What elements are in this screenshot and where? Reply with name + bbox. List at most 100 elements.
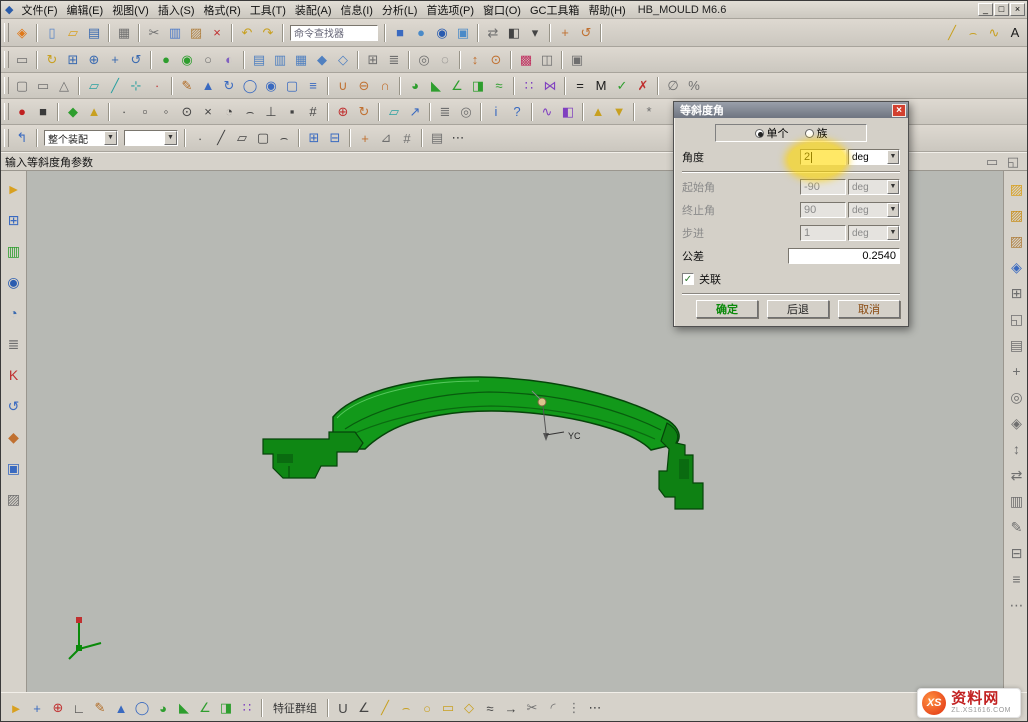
wcs-rotate-icon[interactable]: ↻: [354, 102, 374, 122]
iso-view-icon[interactable]: ◆: [312, 50, 332, 70]
tool-8-icon[interactable]: +: [1007, 361, 1027, 381]
combo-arrow-icon[interactable]: ▼: [164, 131, 177, 145]
sphere-icon[interactable]: ◉: [432, 23, 452, 43]
pan-view-icon[interactable]: +: [105, 50, 125, 70]
bookmark-flag-icon[interactable]: ▲: [84, 102, 104, 122]
reorder-down-icon[interactable]: ▼: [609, 102, 629, 122]
divide-quick-icon[interactable]: ⋮: [564, 698, 584, 718]
draft-angle-icon[interactable]: ∠: [447, 76, 467, 96]
tool-9-icon[interactable]: ◎: [1007, 387, 1027, 407]
reuse-library-icon[interactable]: ◔: [4, 303, 24, 323]
chamfer-icon[interactable]: ◣: [426, 76, 446, 96]
tool-13-icon[interactable]: ▥: [1007, 491, 1027, 511]
associative-checkbox[interactable]: ✓: [682, 273, 694, 285]
pointer-mode-icon[interactable]: ►: [6, 698, 26, 718]
tool-15-icon[interactable]: ⊟: [1007, 543, 1027, 563]
process-studio-icon[interactable]: ▣: [4, 458, 24, 478]
vector-dialog-icon[interactable]: ↗: [405, 102, 425, 122]
drag-handle-ball[interactable]: [538, 398, 546, 406]
ok-button[interactable]: 确定: [696, 300, 758, 318]
filter-body-icon[interactable]: ▢: [253, 128, 273, 148]
wcs-origin-icon[interactable]: ⊕: [333, 102, 353, 122]
deviation-check-icon[interactable]: ✗: [633, 76, 653, 96]
hole-quick-icon[interactable]: ◯: [132, 698, 152, 718]
expand-prompt-icon[interactable]: ◱: [1003, 152, 1023, 172]
toolbox-2-icon[interactable]: ▨: [1007, 205, 1027, 225]
tool-6-icon[interactable]: ◱: [1007, 309, 1027, 329]
tool-16-icon[interactable]: ≡: [1007, 569, 1027, 589]
redo-icon[interactable]: ↷: [258, 23, 278, 43]
menu-item-2[interactable]: 编辑(E): [63, 2, 108, 18]
polygon-quick-icon[interactable]: ◇: [459, 698, 479, 718]
select-solid-icon[interactable]: ▭: [33, 76, 53, 96]
move-component-icon[interactable]: ↕: [465, 50, 485, 70]
chamfer-quick-icon[interactable]: ◣: [174, 698, 194, 718]
datum-axis-icon[interactable]: ╱: [105, 76, 125, 96]
more-commands-icon[interactable]: ⋯: [448, 128, 468, 148]
zoom-in-icon[interactable]: ⊕: [84, 50, 104, 70]
extrude-icon[interactable]: ▲: [198, 76, 218, 96]
macro-icon[interactable]: M: [591, 76, 611, 96]
sketch-quick-icon[interactable]: ✎: [90, 698, 110, 718]
help-icon[interactable]: ?: [507, 102, 527, 122]
offset-quick-icon[interactable]: ≈: [480, 698, 500, 718]
tool-12-icon[interactable]: ⇄: [1007, 465, 1027, 485]
menu-item-1[interactable]: 文件(F): [17, 2, 61, 18]
menu-item-6[interactable]: 工具(T): [246, 2, 290, 18]
toolbox-3-icon[interactable]: ▨: [1007, 231, 1027, 251]
rib-icon[interactable]: ≡: [303, 76, 323, 96]
new-file-icon[interactable]: ▯: [42, 23, 62, 43]
snap-node-icon[interactable]: ▪: [282, 102, 302, 122]
selection-scope-combo[interactable]: 整个装配 ▼: [44, 130, 118, 146]
feature-group-label[interactable]: 特征群组: [273, 700, 317, 716]
mirror-feature-icon[interactable]: ⋈: [540, 76, 560, 96]
sketch-icon[interactable]: ✎: [177, 76, 197, 96]
rotate-view-icon[interactable]: ↺: [126, 50, 146, 70]
more-quick-icon[interactable]: ⋯: [585, 698, 605, 718]
dialog-close-icon[interactable]: ×: [892, 104, 906, 117]
circle-quick-icon[interactable]: ○: [417, 698, 437, 718]
dialog-titlebar[interactable]: 等斜度角 ×: [674, 102, 908, 118]
subtract-icon[interactable]: ⊖: [354, 76, 374, 96]
open-file-icon[interactable]: ▱: [63, 23, 83, 43]
snap-grid-icon[interactable]: #: [303, 102, 323, 122]
point-constructor-icon[interactable]: ∙: [147, 76, 167, 96]
copy-icon[interactable]: ▥: [165, 23, 185, 43]
tile-windows-icon[interactable]: ⊞: [363, 50, 383, 70]
line-quick-icon[interactable]: ╱: [375, 698, 395, 718]
refresh-view-icon[interactable]: ↻: [42, 50, 62, 70]
grid-display-icon[interactable]: #: [397, 128, 417, 148]
snap-quadrant-icon[interactable]: ◔: [219, 102, 239, 122]
top-view-icon[interactable]: ▥: [270, 50, 290, 70]
object-display-icon[interactable]: ▩: [516, 50, 536, 70]
examine-geometry-icon[interactable]: ✓: [612, 76, 632, 96]
fit-view-icon[interactable]: ⊞: [63, 50, 83, 70]
app-icon[interactable]: ◆: [1, 3, 17, 16]
edit-background-icon[interactable]: ◫: [537, 50, 557, 70]
view-layer-icon[interactable]: ◎: [456, 102, 476, 122]
mold-tool-icon[interactable]: ◈: [1007, 257, 1027, 277]
filter-edge-icon[interactable]: ⌢: [274, 128, 294, 148]
project-quick-icon[interactable]: →: [501, 698, 521, 718]
shaded-edges-view-icon[interactable]: ◉: [177, 50, 197, 70]
solid-cube-icon[interactable]: ■: [390, 23, 410, 43]
snap-endpoint-icon[interactable]: ▫: [135, 102, 155, 122]
tool-17-icon[interactable]: ⋯: [1007, 595, 1027, 615]
information-icon[interactable]: i: [486, 102, 506, 122]
filter-curve-icon[interactable]: ╱: [211, 128, 231, 148]
thicken-icon[interactable]: ≈: [489, 76, 509, 96]
tolerance-input[interactable]: 0.2540: [788, 248, 900, 264]
snapshot-icon[interactable]: ▣: [567, 50, 587, 70]
minimize-button[interactable]: _: [978, 3, 993, 16]
trimetric-view-icon[interactable]: ◇: [333, 50, 353, 70]
snap-mode-icon[interactable]: +: [27, 698, 47, 718]
invert-selection-icon[interactable]: ⊟: [325, 128, 345, 148]
shell-quick-icon[interactable]: ◨: [216, 698, 236, 718]
layers-icon[interactable]: ≣: [384, 50, 404, 70]
selection-filter-combo[interactable]: ▼: [124, 130, 178, 146]
dock-prompt-icon[interactable]: ▭: [982, 152, 1002, 172]
transform-icon[interactable]: ↺: [576, 23, 596, 43]
stop-movie-icon[interactable]: ■: [33, 102, 53, 122]
angle-unit-combo[interactable]: deg ▼: [848, 149, 900, 165]
pattern-feature-icon[interactable]: ∷: [519, 76, 539, 96]
